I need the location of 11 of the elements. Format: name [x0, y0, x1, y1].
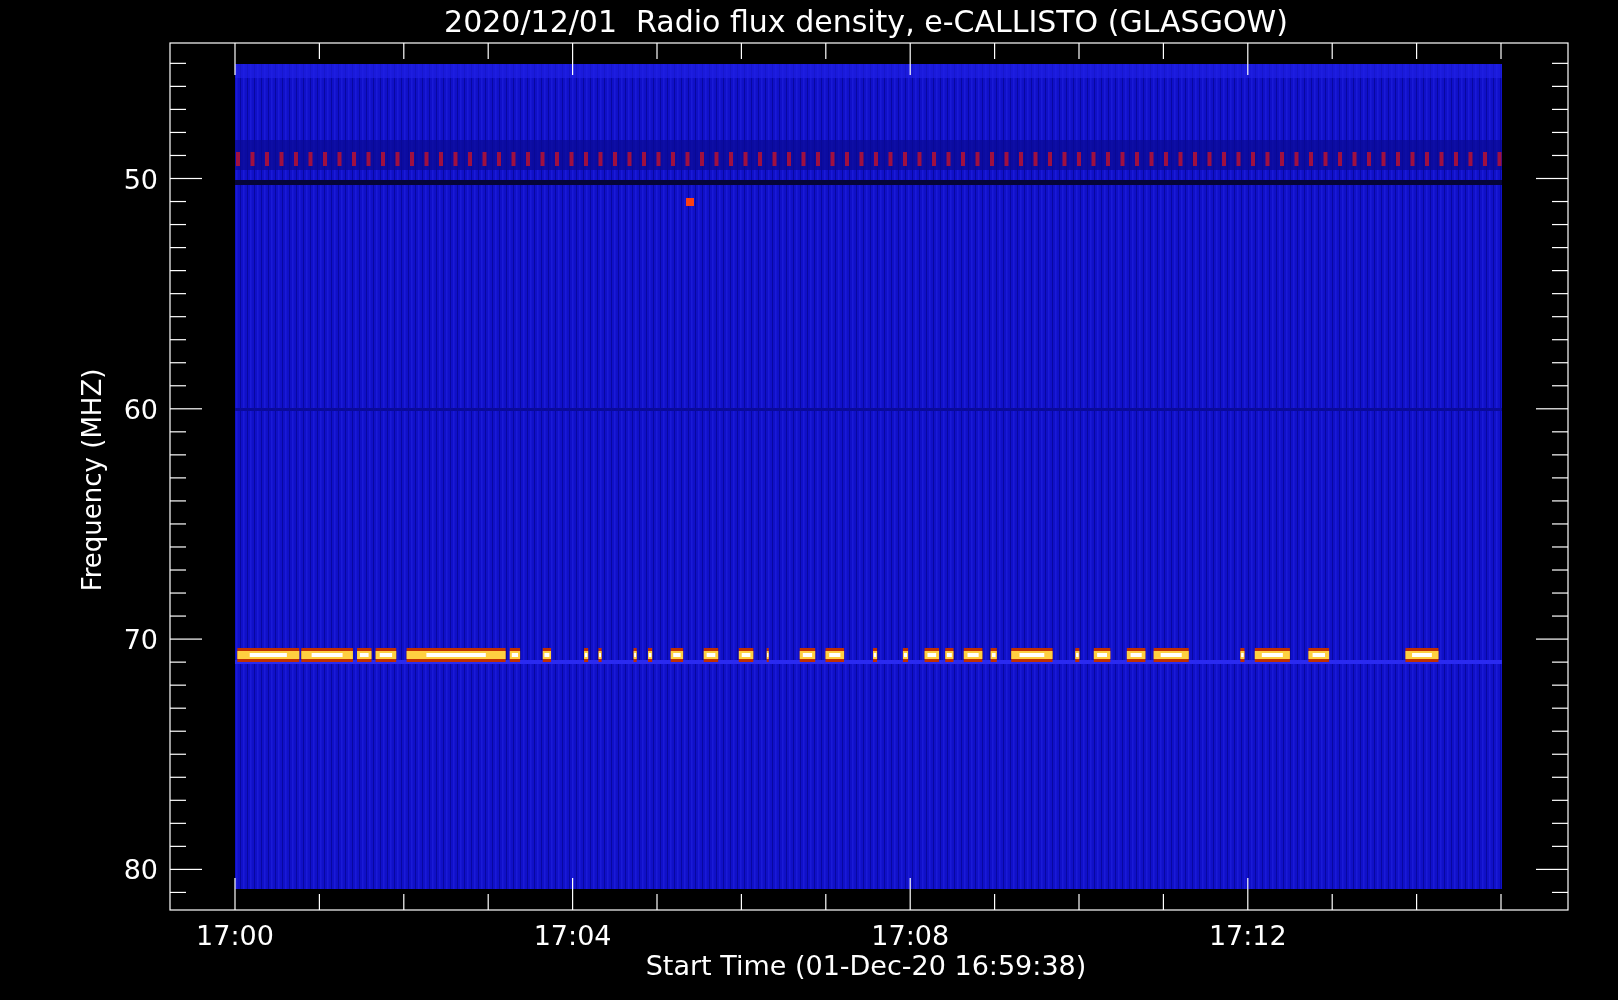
x-tick-label: 17:08: [871, 920, 950, 951]
y-axis-label: Frequency (MHZ): [77, 368, 107, 592]
y-tick-label: 80: [123, 854, 158, 886]
x-tick-label: 17:04: [533, 920, 612, 951]
plot-title: 2020/12/01 Radio flux density, e-CALLISTO (GLASGOW): [444, 4, 1288, 39]
y-tick-label: 50: [123, 163, 158, 195]
x-tick-label: 17:12: [1208, 920, 1287, 951]
y-tick-label: 60: [123, 393, 158, 425]
x-tick-label: 17:00: [196, 920, 274, 951]
x-axis-label: Start Time (01-Dec-20 16:59:38): [645, 950, 1087, 981]
y-tick-label: 70: [123, 624, 158, 656]
